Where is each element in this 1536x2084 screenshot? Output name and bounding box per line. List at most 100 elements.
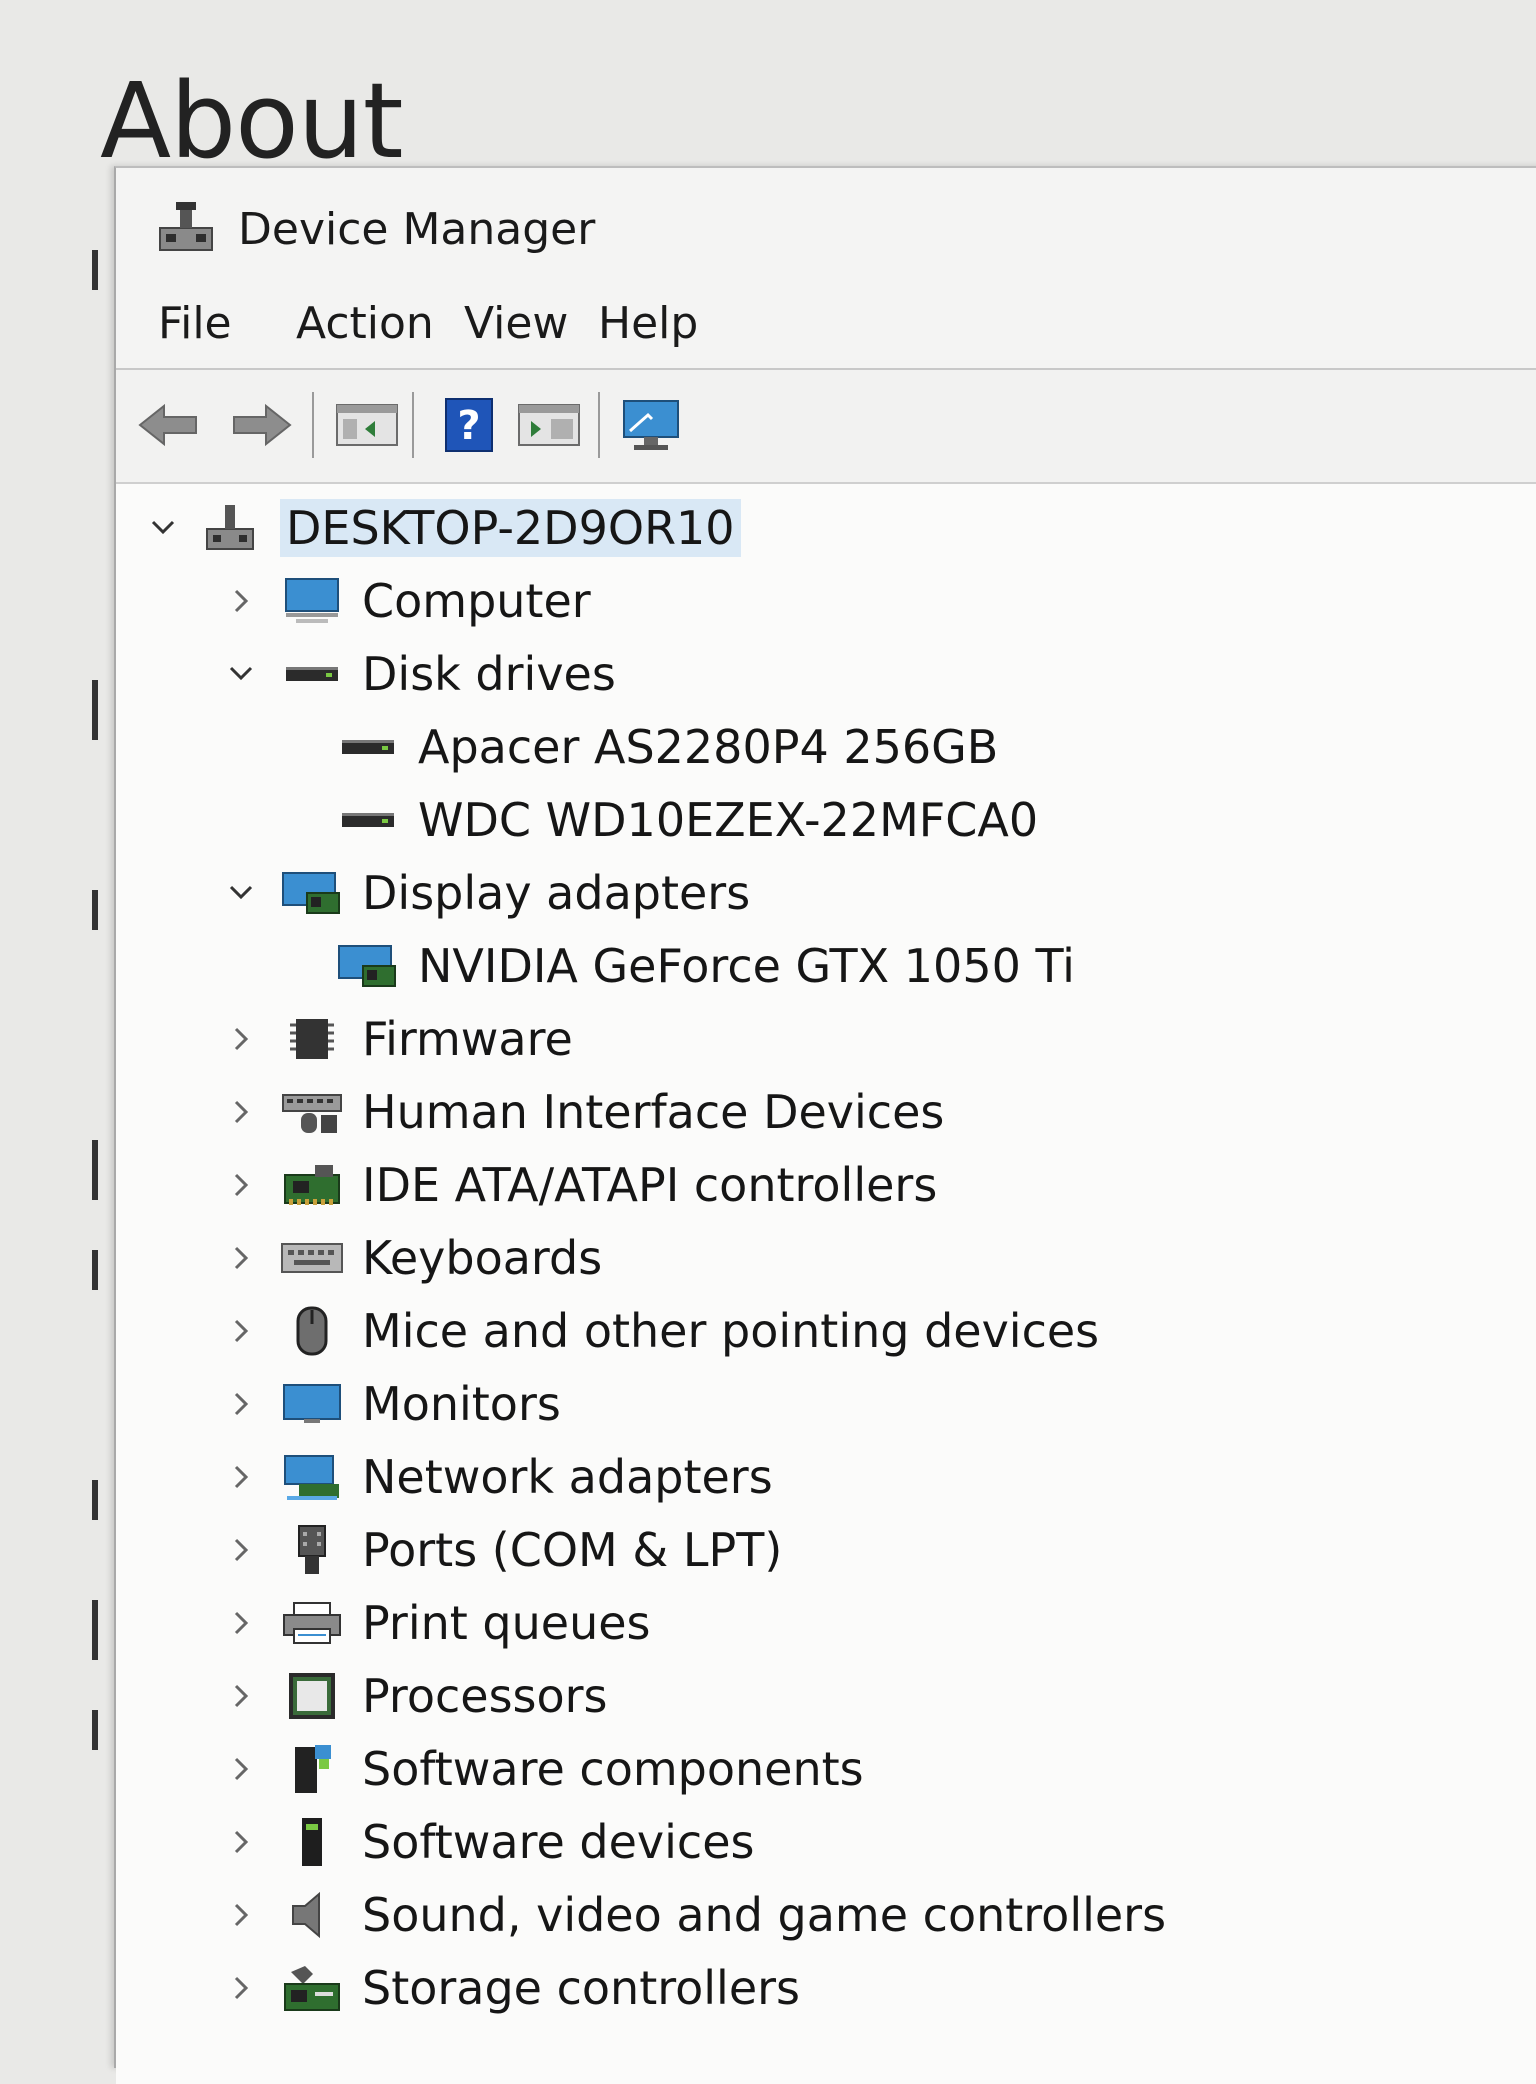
chevron-right-icon[interactable]	[224, 1825, 258, 1859]
processor-icon	[280, 1669, 344, 1723]
tree-category-label: Storage controllers	[362, 1961, 801, 2015]
tree-category-sound-video-and-game-controllers[interactable]: Sound, video and game controllers	[224, 1879, 1166, 1951]
svg-text:?: ?	[457, 403, 480, 449]
chevron-down-icon[interactable]	[224, 657, 258, 691]
monitor-icon	[280, 1377, 344, 1431]
chevron-right-icon[interactable]	[224, 1679, 258, 1713]
tree-category-monitors[interactable]: Monitors	[224, 1368, 561, 1440]
root-computer-name: DESKTOP-2D9OR10	[280, 499, 741, 557]
display-adapter-icon	[336, 939, 400, 993]
tree-category-label: Software components	[362, 1742, 864, 1796]
firmware-icon	[280, 1012, 344, 1066]
device-manager-icon	[156, 198, 216, 254]
properties-pane-icon[interactable]	[514, 390, 584, 460]
scan-hardware-monitor-icon[interactable]	[616, 390, 686, 460]
tree-category-network-adapters[interactable]: Network adapters	[224, 1441, 773, 1513]
toolbar-separator	[312, 392, 314, 458]
tree-device-label: WDC WD10EZEX-22MFCA0	[418, 793, 1039, 847]
tree-category-keyboards[interactable]: Keyboards	[224, 1222, 602, 1294]
tree-category-ide-ata-atapi-controllers[interactable]: IDE ATA/ATAPI controllers	[224, 1149, 937, 1221]
tree-category-label: Software devices	[362, 1815, 755, 1869]
device-manager-window: Device Manager File Action View Help ? D…	[114, 166, 1536, 2084]
port-icon	[280, 1523, 344, 1577]
chevron-right-icon[interactable]	[224, 1971, 258, 2005]
disk-drive-icon	[280, 647, 344, 701]
tree-category-label: Monitors	[362, 1377, 561, 1431]
display-adapter-icon	[280, 866, 344, 920]
chevron-down-icon[interactable]	[146, 511, 180, 545]
menu-file[interactable]: File	[158, 298, 232, 349]
tree-category-label: Keyboards	[362, 1231, 603, 1285]
menu-bar: File Action View Help	[116, 288, 1536, 368]
tree-category-display-adapters[interactable]: Display adapters	[224, 857, 750, 929]
show-hide-console-tree-icon[interactable]	[332, 390, 402, 460]
tree-category-computer[interactable]: Computer	[224, 565, 591, 637]
device-tree: DESKTOP-2D9OR10 Computer Disk drives Apace…	[116, 484, 1536, 2084]
tree-device-label: NVIDIA GeForce GTX 1050 Ti	[418, 939, 1075, 993]
speaker-icon	[280, 1888, 344, 1942]
title-bar[interactable]: Device Manager	[116, 168, 1536, 288]
toolbar-separator	[598, 392, 600, 458]
chevron-right-icon[interactable]	[224, 1095, 258, 1129]
tree-category-processors[interactable]: Processors	[224, 1660, 608, 1732]
chevron-right-icon[interactable]	[224, 584, 258, 618]
hid-icon	[280, 1085, 344, 1139]
tree-device-item[interactable]: NVIDIA GeForce GTX 1050 Ti	[314, 930, 1075, 1002]
back-arrow-icon[interactable]	[134, 390, 204, 460]
background-about-title: About	[100, 60, 403, 182]
storage-controller-icon	[280, 1961, 344, 2015]
menu-view[interactable]: View	[464, 298, 568, 349]
toolbar: ?	[116, 368, 1536, 484]
tree-device-label: Apacer AS2280P4 256GB	[418, 720, 999, 774]
software-device-icon	[280, 1815, 344, 1869]
tree-category-label: Sound, video and game controllers	[362, 1888, 1167, 1942]
background-window-edge	[92, 250, 106, 1950]
tree-category-software-components[interactable]: Software components	[224, 1733, 864, 1805]
tree-category-label: Firmware	[362, 1012, 573, 1066]
tree-category-label: Mice and other pointing devices	[362, 1304, 1100, 1358]
chevron-right-icon[interactable]	[224, 1606, 258, 1640]
tree-category-label: Processors	[362, 1669, 608, 1723]
printer-icon	[280, 1596, 344, 1650]
menu-action[interactable]: Action	[296, 298, 434, 349]
mouse-icon	[280, 1304, 344, 1358]
tree-category-ports-com-lpt[interactable]: Ports (COM & LPT)	[224, 1514, 782, 1586]
tree-category-label: Print queues	[362, 1596, 651, 1650]
network-adapter-icon	[280, 1450, 344, 1504]
tree-category-label: IDE ATA/ATAPI controllers	[362, 1158, 938, 1212]
keyboard-icon	[280, 1231, 344, 1285]
tree-category-label: Human Interface Devices	[362, 1085, 945, 1139]
tree-category-human-interface-devices[interactable]: Human Interface Devices	[224, 1076, 944, 1148]
tree-category-disk-drives[interactable]: Disk drives	[224, 638, 616, 710]
tree-category-firmware[interactable]: Firmware	[224, 1003, 573, 1075]
tree-category-label: Network adapters	[362, 1450, 773, 1504]
tree-device-item[interactable]: WDC WD10EZEX-22MFCA0	[314, 784, 1038, 856]
chevron-right-icon[interactable]	[224, 1387, 258, 1421]
tree-category-label: Disk drives	[362, 647, 616, 701]
chevron-right-icon[interactable]	[224, 1314, 258, 1348]
ide-controller-icon	[280, 1158, 344, 1212]
tree-category-print-queues[interactable]: Print queues	[224, 1587, 651, 1659]
window-title: Device Manager	[238, 204, 596, 255]
tree-category-mice-and-other-pointing-devices[interactable]: Mice and other pointing devices	[224, 1295, 1099, 1367]
chevron-right-icon[interactable]	[224, 1460, 258, 1494]
tree-root-row[interactable]: DESKTOP-2D9OR10	[146, 492, 741, 564]
forward-arrow-icon[interactable]	[226, 390, 296, 460]
chevron-right-icon[interactable]	[224, 1241, 258, 1275]
chevron-right-icon[interactable]	[224, 1168, 258, 1202]
tree-category-storage-controllers[interactable]: Storage controllers	[224, 1952, 800, 2024]
chevron-right-icon[interactable]	[224, 1533, 258, 1567]
tree-category-software-devices[interactable]: Software devices	[224, 1806, 754, 1878]
tree-device-item[interactable]: Apacer AS2280P4 256GB	[314, 711, 998, 783]
computer-icon	[280, 574, 344, 628]
chevron-right-icon[interactable]	[224, 1022, 258, 1056]
chevron-right-icon[interactable]	[224, 1898, 258, 1932]
disk-drive-icon	[336, 720, 400, 774]
tree-category-label: Ports (COM & LPT)	[362, 1523, 783, 1577]
software-component-icon	[280, 1742, 344, 1796]
help-icon[interactable]: ?	[434, 390, 504, 460]
menu-help[interactable]: Help	[598, 298, 698, 349]
tree-category-label: Display adapters	[362, 866, 751, 920]
chevron-right-icon[interactable]	[224, 1752, 258, 1786]
chevron-down-icon[interactable]	[224, 876, 258, 910]
